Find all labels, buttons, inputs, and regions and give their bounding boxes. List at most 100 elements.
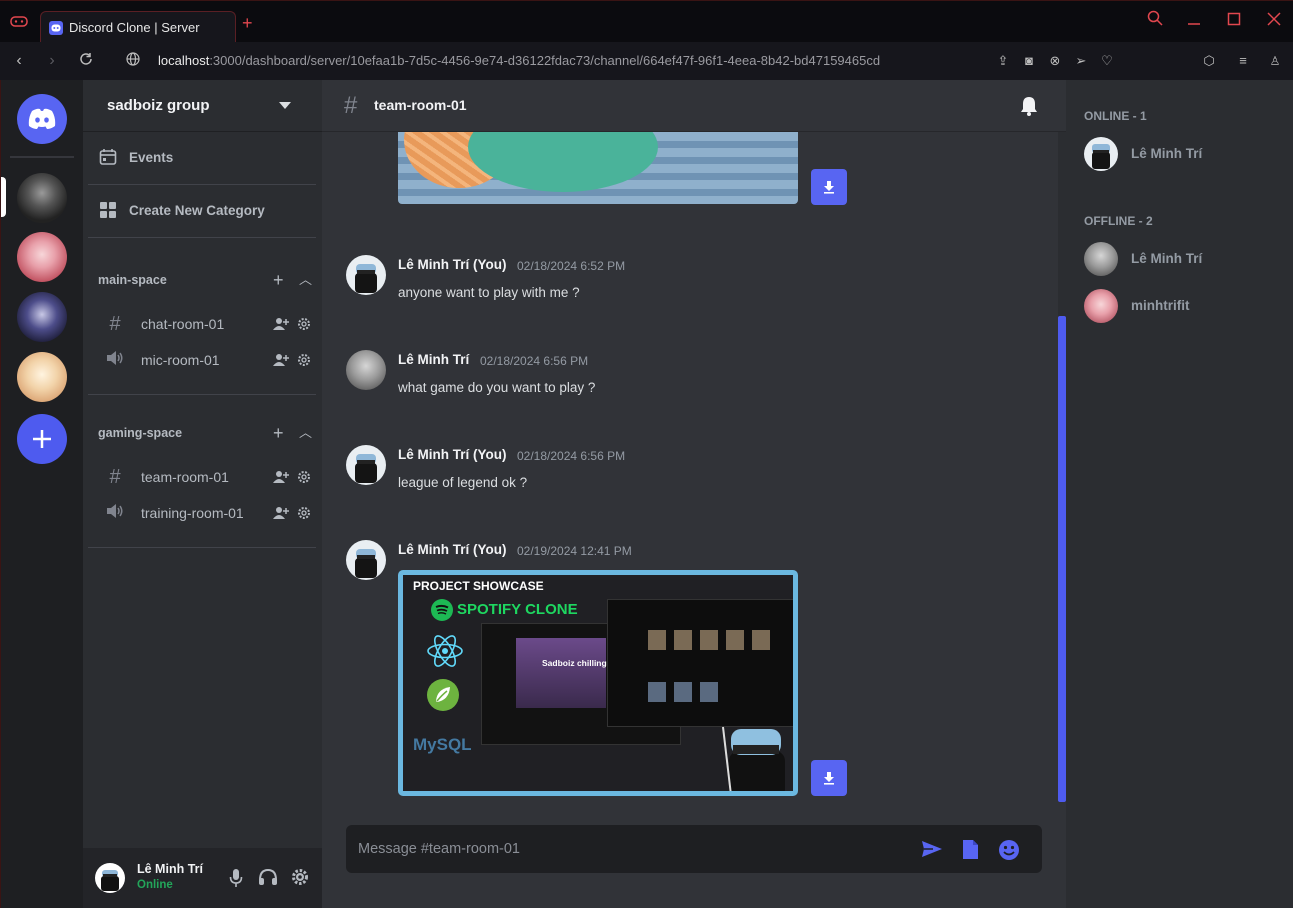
share-icon[interactable]: ⇪ [994,52,1012,70]
game-controller-icon[interactable] [10,14,28,28]
home-discord-button[interactable] [17,94,67,144]
browser-tab-bar: Discord Clone | Server + [0,0,1293,43]
category-gaming-space[interactable]: gaming-space [98,426,182,440]
add-member-icon[interactable] [273,317,289,331]
settings-sliders-icon[interactable]: ≡ [1234,52,1252,70]
message-text: league of legend ok ? [398,475,528,490]
url-input[interactable]: localhost:3000/dashboard/server/10efaa1b… [158,53,880,68]
address-bar: ‹ › localhost:3000/dashboard/server/10ef… [0,42,1293,110]
gear-icon[interactable] [297,470,311,484]
hash-icon: # [344,92,358,119]
add-server-button[interactable] [17,414,67,464]
url-path: :3000/dashboard/server/10efaa1b-7d5c-445… [209,53,881,68]
message-timestamp: 02/18/2024 6:56 PM [480,354,589,368]
download-button[interactable] [811,169,847,205]
close-icon[interactable] [1262,10,1286,34]
create-category-label: Create New Category [129,202,265,218]
new-tab-button[interactable]: + [242,13,253,34]
channel-team-room-01[interactable]: # team-room-01 [105,462,315,492]
chevron-down-icon [279,102,291,109]
message-author[interactable]: Lê Minh Trí (You) [398,542,507,557]
add-member-icon[interactable] [273,506,289,520]
gear-icon[interactable] [297,506,311,520]
minimize-icon[interactable] [1182,10,1206,34]
scrollbar-thumb[interactable] [1058,316,1066,802]
message-author[interactable]: Lê Minh Trí [398,352,469,367]
channel-name: mic-room-01 [141,352,220,368]
message-text: what game do you want to play ? [398,380,596,395]
avatar[interactable] [346,445,386,485]
browser-tab[interactable]: Discord Clone | Server [40,11,236,43]
divider [88,394,316,395]
reload-icon[interactable] [77,52,95,70]
channel-title: team-room-01 [374,97,467,113]
block-icon[interactable]: ⊗ [1046,52,1064,70]
gear-icon[interactable] [297,317,311,331]
channel-training-room-01[interactable]: training-room-01 [105,498,315,528]
add-channel-plus-icon[interactable]: + [273,424,284,442]
maximize-icon[interactable] [1222,10,1246,34]
member-item[interactable]: Lê Minh Trí [1084,242,1284,278]
react-logo-icon [427,635,463,667]
avatar[interactable] [346,540,386,580]
events-button[interactable]: Events [99,148,173,166]
add-channel-plus-icon[interactable]: + [273,271,284,289]
channel-chat-room-01[interactable]: # chat-room-01 [105,309,315,339]
user-settings-gear-icon[interactable] [291,868,309,886]
server-avatar-4[interactable] [17,352,67,402]
member-item[interactable]: Lê Minh Trí [1084,137,1284,173]
channel-name: team-room-01 [141,469,229,485]
avatar [1084,289,1118,323]
back-arrow-icon[interactable]: ‹ [10,52,28,70]
add-member-icon[interactable] [273,470,289,484]
collapse-chevron-icon[interactable]: ︿ [299,273,312,287]
camera-icon[interactable]: ◙ [1020,52,1038,70]
spotify-logo-icon [431,599,453,621]
bell-icon[interactable] [1020,96,1038,116]
avatar[interactable] [95,863,125,893]
collapse-chevron-icon[interactable]: ︿ [299,426,312,440]
channel-mic-room-01[interactable]: mic-room-01 [105,345,315,375]
heart-icon[interactable]: ♡ [1098,52,1116,70]
channel-name: training-room-01 [141,505,244,521]
cube-icon[interactable]: ⬡ [1200,52,1218,70]
speaker-icon [105,502,125,525]
download-button[interactable] [811,760,847,796]
user-status: Online [137,879,173,891]
server-avatar-sadboiz[interactable] [17,173,67,223]
user-name: Lê Minh Trí [137,862,203,876]
file-icon[interactable] [962,839,979,860]
server-avatar-3[interactable] [17,292,67,342]
offline-section-header: OFFLINE - 2 [1084,214,1153,228]
send-icon[interactable]: ➢ [1072,52,1090,70]
attachment-image[interactable] [398,132,798,204]
headphones-icon[interactable] [258,868,278,886]
message-input[interactable] [358,837,898,861]
spring-logo-icon [427,679,459,711]
create-category-button[interactable]: Create New Category [99,201,265,219]
showcase-image[interactable]: PROJECT SHOWCASE SPOTIFY CLONE MySQL Sad… [398,570,798,796]
message-author[interactable]: Lê Minh Trí (You) [398,447,507,462]
avatar[interactable] [346,255,386,295]
url-host: localhost [158,53,210,68]
forward-arrow-icon[interactable]: › [43,52,61,70]
hash-icon: # [109,465,121,488]
gear-icon[interactable] [297,353,311,367]
member-name: minhtrifit [1131,298,1190,313]
search-icon[interactable] [1143,10,1167,34]
add-member-icon[interactable] [273,353,289,367]
globe-icon[interactable] [124,52,142,70]
discord-favicon-icon [49,20,63,35]
emoji-icon[interactable] [998,839,1020,861]
message-author[interactable]: Lê Minh Trí (You) [398,257,507,272]
server-avatar-2[interactable] [17,232,67,282]
avatar[interactable] [346,350,386,390]
playlist-banner [516,638,606,708]
microphone-icon[interactable] [229,868,243,888]
server-header[interactable]: sadboiz group [83,80,322,132]
profile-icon[interactable]: ♙ [1266,52,1284,70]
rail-divider [10,156,74,158]
member-item[interactable]: minhtrifit [1084,289,1284,325]
send-icon[interactable] [921,840,943,858]
category-main-space[interactable]: main-space [98,273,167,287]
